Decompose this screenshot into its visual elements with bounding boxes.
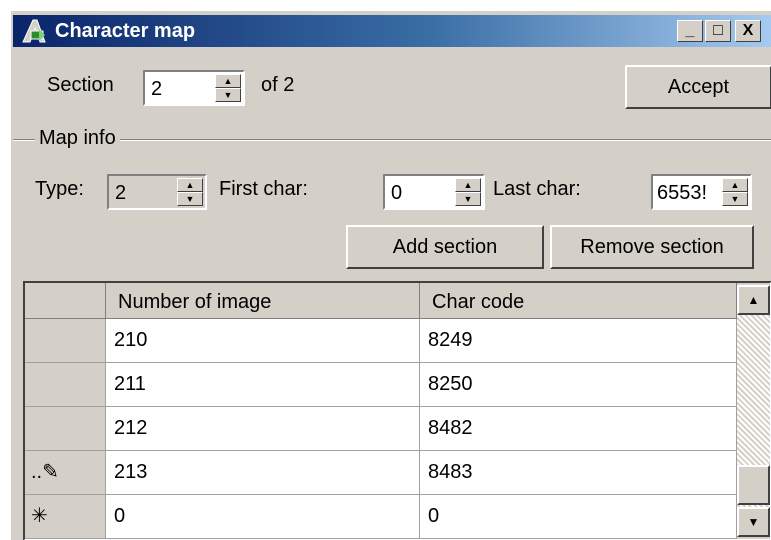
- cell-value: 210: [114, 329, 148, 351]
- cell-number-of-image[interactable]: 211: [106, 363, 420, 407]
- maximize-button[interactable]: □: [705, 20, 731, 42]
- column-header-char-code[interactable]: Char code: [420, 283, 737, 319]
- close-icon: X: [742, 22, 754, 39]
- new-row-asterisk-icon: ✳: [31, 505, 48, 527]
- row-selector[interactable]: ✳: [25, 495, 106, 539]
- minimize-button[interactable]: _: [677, 20, 703, 42]
- type-up-arrow-icon[interactable]: ▲: [177, 178, 203, 192]
- last-char-up-arrow-icon[interactable]: ▲: [722, 178, 748, 192]
- first-char-up-arrow-icon[interactable]: ▲: [455, 178, 481, 192]
- column-header-number-of-image[interactable]: Number of image: [106, 283, 420, 319]
- cell-char-code[interactable]: 8249: [420, 319, 737, 363]
- type-down-arrow-icon[interactable]: ▼: [177, 192, 203, 206]
- section-spinbox[interactable]: 2 ▲ ▼: [143, 70, 245, 106]
- column-header-label: Number of image: [118, 291, 272, 313]
- last-char-label: Last char:: [493, 178, 581, 200]
- section-value[interactable]: 2: [151, 77, 162, 101]
- character-table[interactable]: Number of image Char code 210 8249 211 8…: [23, 281, 771, 540]
- cell-value: 8483: [428, 461, 473, 483]
- first-char-label: First char:: [219, 178, 308, 200]
- row-selector[interactable]: [25, 363, 106, 407]
- character-map-window: Character map _ □ X Section 2 ▲ ▼ of 2 A…: [10, 10, 771, 540]
- cell-value: 213: [114, 461, 148, 483]
- first-char-down-arrow-icon[interactable]: ▼: [455, 192, 481, 206]
- cell-value: 212: [114, 417, 148, 439]
- cell-value: 8250: [428, 373, 473, 395]
- cell-value: 8482: [428, 417, 473, 439]
- last-char-value[interactable]: 6553!: [657, 181, 719, 205]
- cell-value: 0: [114, 505, 126, 527]
- row-header-corner[interactable]: [25, 283, 106, 319]
- maximize-icon: □: [713, 22, 723, 39]
- cell-char-code[interactable]: 0: [420, 495, 737, 539]
- section-total-label: of 2: [261, 74, 295, 96]
- accept-button[interactable]: Accept: [625, 65, 771, 109]
- map-info-group-label: Map info: [35, 126, 120, 150]
- last-char-down-arrow-icon[interactable]: ▼: [722, 192, 748, 206]
- row-selector[interactable]: [25, 407, 106, 451]
- section-up-arrow-icon[interactable]: ▲: [215, 74, 241, 88]
- minimize-icon: _: [685, 22, 695, 39]
- scroll-up-icon[interactable]: ▲: [737, 285, 770, 315]
- vertical-scrollbar[interactable]: ▲ ▼: [737, 285, 770, 537]
- cell-char-code[interactable]: 8482: [420, 407, 737, 451]
- remove-section-button[interactable]: Remove section: [550, 225, 754, 269]
- last-char-spinbox[interactable]: 6553! ▲ ▼: [651, 174, 752, 210]
- type-value[interactable]: 2: [115, 181, 126, 205]
- cell-value: 8249: [428, 329, 473, 351]
- close-button[interactable]: X: [735, 20, 761, 42]
- scrollbar-thumb[interactable]: [737, 465, 770, 505]
- pencil-edit-icon: ..✎: [31, 461, 59, 483]
- column-header-label: Char code: [432, 291, 525, 313]
- cell-number-of-image[interactable]: 212: [106, 407, 420, 451]
- cell-value: 211: [114, 373, 146, 395]
- section-label: Section: [47, 74, 114, 96]
- row-selector[interactable]: ..✎: [25, 451, 106, 495]
- add-section-button[interactable]: Add section: [346, 225, 544, 269]
- cell-number-of-image[interactable]: 0: [106, 495, 420, 539]
- row-selector[interactable]: [25, 319, 106, 363]
- window-title: Character map: [55, 20, 196, 42]
- first-char-value[interactable]: 0: [391, 181, 402, 205]
- cell-number-of-image[interactable]: 210: [106, 319, 420, 363]
- cell-char-code[interactable]: 8483: [420, 451, 737, 495]
- cell-value: 0: [428, 505, 440, 527]
- cell-char-code[interactable]: 8250: [420, 363, 737, 407]
- map-info-group-border: [13, 139, 771, 141]
- scroll-down-icon[interactable]: ▼: [737, 507, 770, 537]
- cell-number-of-image[interactable]: 213: [106, 451, 420, 495]
- type-spinbox[interactable]: 2 ▲ ▼: [107, 174, 207, 210]
- section-down-arrow-icon[interactable]: ▼: [215, 88, 241, 102]
- app-icon: [22, 19, 46, 43]
- type-label: Type:: [35, 178, 84, 200]
- first-char-spinbox[interactable]: 0 ▲ ▼: [383, 174, 485, 210]
- title-bar[interactable]: Character map _ □ X: [13, 15, 771, 47]
